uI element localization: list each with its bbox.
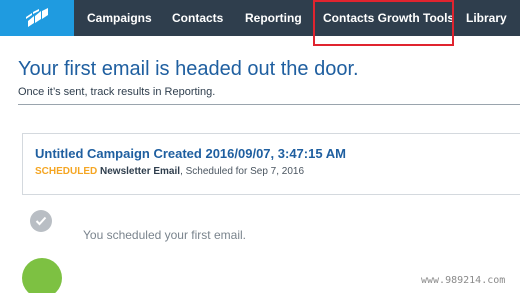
page-subline: Once it’s sent, track results in Reporti…: [18, 86, 216, 98]
status-badge: SCHEDULED: [35, 166, 98, 177]
campaign-title-link[interactable]: Untitled Campaign Created 2016/09/07, 3:…: [35, 146, 346, 161]
timeline-event-text: You scheduled your first email.: [83, 228, 246, 242]
logo-button[interactable]: [0, 0, 74, 36]
divider: [18, 104, 520, 105]
highlight-annotation-box: [313, 0, 454, 46]
nav-contacts[interactable]: Contacts: [172, 0, 223, 36]
nav-library[interactable]: Library: [466, 0, 507, 36]
campaign-schedule: , Scheduled for Sep 7, 2016: [180, 166, 305, 177]
page-headline: Your first email is headed out the door.: [18, 58, 359, 80]
nav-campaigns[interactable]: Campaigns: [87, 0, 152, 36]
nav-reporting[interactable]: Reporting: [245, 0, 302, 36]
constant-contact-logo-icon: [26, 8, 48, 27]
timeline-next-dot: [22, 258, 62, 293]
timeline-check-badge: [30, 210, 52, 232]
campaign-card: Untitled Campaign Created 2016/09/07, 3:…: [22, 133, 520, 195]
campaign-meta: SCHEDULED Newsletter Email, Scheduled fo…: [35, 166, 304, 177]
watermark: www.989214.com: [421, 275, 506, 286]
campaign-type: Newsletter Email: [100, 166, 181, 177]
check-icon: [35, 216, 47, 226]
